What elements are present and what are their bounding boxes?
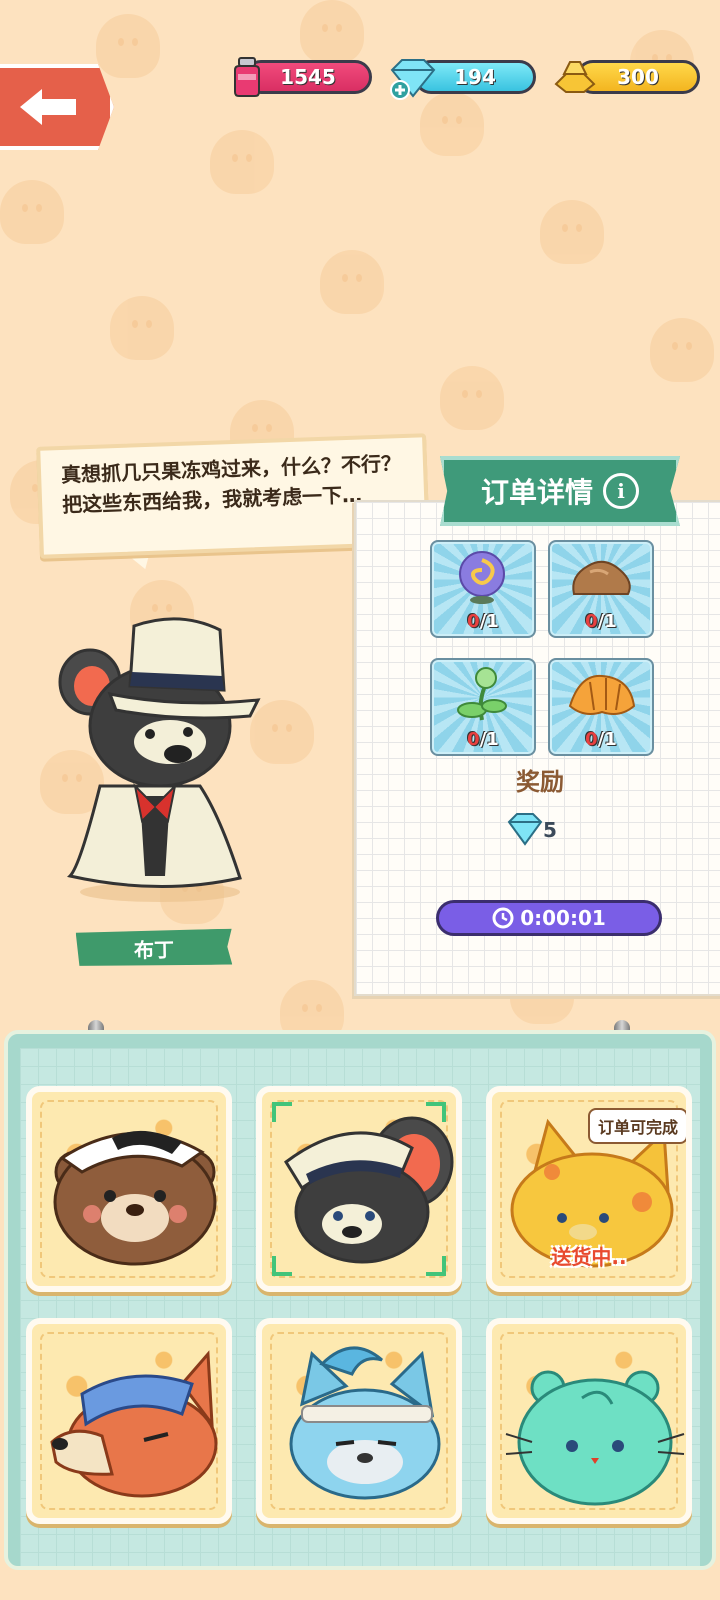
customer-slot-bear[interactable] [26,1086,232,1292]
gold-ingot-icon [554,61,596,93]
customer-slot-fox[interactable] [26,1318,232,1524]
customer-slot-mouse-chef[interactable] [256,1086,462,1292]
order-item-count: 0/1 [585,611,617,632]
character-mouse-illustration [58,617,261,902]
info-icon[interactable]: i [603,473,639,509]
croissant-icon [568,674,636,715]
order-ready-badge: 订单可完成 [587,1108,686,1144]
fox-portrait-icon [50,1350,218,1498]
rock-icon [572,560,631,595]
dialog-text: 真想抓几只果冻鸡过来，什么？不行？把这些东西给我，我就考虑一下… [60,451,402,517]
diamond-add-icon[interactable] [386,58,436,100]
order-title: 订单详情 [480,476,593,509]
reward-amount: 5 [543,818,557,842]
reward-title: 奖励 [516,768,564,796]
character-name-tag: 布丁 [76,929,233,968]
order-item-count: 0/1 [467,729,499,750]
gem-value: 194 [454,65,496,89]
order-item-plant[interactable]: 0/1 [430,658,536,756]
back-button[interactable] [0,64,114,150]
back-arrow-icon [20,89,76,125]
diamond-icon [507,813,543,846]
order-timer: 0:00:01 [436,900,662,936]
customer-slot-hamster[interactable] [486,1318,692,1524]
selected-indicator [262,1092,456,1286]
order-item-count: 0/1 [585,729,617,750]
ink-value: 1545 [280,65,336,89]
bear-portrait-icon [53,1130,217,1266]
timer-value: 0:00:01 [520,906,606,930]
delivering-status: 送货中.. [551,1245,627,1269]
swirl-orb-icon [459,551,505,604]
wolf-portrait-icon [289,1346,441,1500]
customer-slot-wolf[interactable] [256,1318,462,1524]
customer-slot-cat[interactable]: 订单可完成 送货中.. [486,1086,692,1292]
order-item-count: 0/1 [467,611,499,632]
hamster-portrait-icon [505,1370,685,1506]
order-item-orb[interactable]: 0/1 [430,540,536,638]
order-item-croissant[interactable]: 0/1 [548,658,654,756]
order-details-header: 订单详情 i [440,456,680,526]
green-plant-icon [457,667,507,721]
clock-icon [492,907,514,929]
gold-value: 300 [617,65,659,89]
ink-bottle-icon [234,57,260,97]
order-item-rock[interactable]: 0/1 [548,540,654,638]
